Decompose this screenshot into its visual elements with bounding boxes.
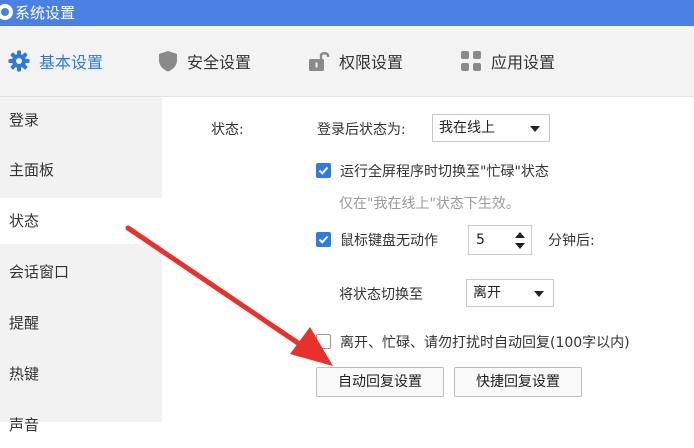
window-title: 系统设置	[15, 4, 76, 22]
sidebar-item-sound[interactable]: 声音	[0, 402, 162, 448]
chevron-down-icon	[530, 126, 540, 132]
status-settings-panel: 状态: 登录后状态为: 我在线上 运行全屏程序时切换至"忙碌"状态 仅在"我在线…	[162, 97, 694, 422]
sidebar-item-main-panel[interactable]: 主面板	[0, 147, 162, 193]
idle-minutes-stepper[interactable]: 5	[468, 225, 532, 255]
chevron-down-icon	[534, 291, 544, 297]
fullscreen-busy-label: 运行全屏程序时切换至"忙碌"状态	[340, 164, 549, 180]
sidebar-item-status[interactable]: 状态	[0, 198, 162, 244]
sidebar-item-reminders[interactable]: 提醒	[0, 300, 162, 346]
after-login-status-value: 我在线上	[439, 120, 495, 136]
tab-label: 应用设置	[491, 53, 556, 72]
auto-reply-settings-button[interactable]: 自动回复设置	[316, 367, 444, 397]
tab-basic-settings[interactable]: 基本设置	[8, 26, 103, 96]
auto-reply-checkbox[interactable]	[316, 334, 331, 349]
tab-permission-settings[interactable]: 权限设置	[308, 26, 403, 96]
switch-status-select[interactable]: 离开	[466, 279, 554, 307]
settings-tab-bar: 基本设置 安全设置 权限设置 应用设置	[0, 26, 694, 97]
title-bar: 系统设置	[0, 0, 694, 26]
tab-security-settings[interactable]: 安全设置	[158, 26, 251, 96]
after-login-status-label: 登录后状态为:	[317, 122, 406, 138]
idle-minutes-value: 5	[476, 232, 485, 248]
tab-app-settings[interactable]: 应用设置	[460, 26, 555, 96]
sidebar-item-chat-window[interactable]: 会话窗口	[0, 249, 162, 295]
status-section-label: 状态:	[211, 122, 244, 138]
switch-status-label: 将状态切换至	[339, 287, 423, 303]
tab-label: 安全设置	[187, 53, 252, 72]
checkmark-icon	[318, 166, 329, 175]
gear-icon	[8, 50, 30, 72]
sidebar-item-login[interactable]: 登录	[0, 97, 162, 143]
idle-minutes-suffix: 分钟后:	[548, 233, 595, 249]
shield-icon	[159, 51, 177, 72]
tab-label: 权限设置	[339, 53, 404, 72]
switch-status-value: 离开	[473, 285, 501, 301]
stepper-up-icon[interactable]	[515, 232, 525, 238]
stepper-down-icon[interactable]	[515, 243, 525, 249]
tab-label: 基本设置	[39, 53, 104, 72]
auto-reply-label: 离开、忙碌、请勿打扰时自动回复(100字以内)	[340, 335, 630, 351]
fullscreen-busy-checkbox[interactable]	[316, 163, 331, 178]
lock-icon	[309, 52, 330, 71]
after-login-status-select[interactable]: 我在线上	[432, 114, 550, 142]
settings-sidebar: 登录 主面板 状态 会话窗口 提醒 热键 声音	[0, 97, 162, 434]
quick-reply-settings-button[interactable]: 快捷回复设置	[454, 367, 582, 397]
idle-label: 鼠标键盘无动作	[340, 233, 438, 249]
apps-grid-icon	[461, 51, 481, 71]
idle-checkbox[interactable]	[316, 232, 331, 247]
checkmark-icon	[318, 235, 329, 244]
sidebar-item-hotkeys[interactable]: 热键	[0, 351, 162, 397]
fullscreen-busy-hint: 仅在"我在线上"状态下生效。	[339, 196, 520, 212]
